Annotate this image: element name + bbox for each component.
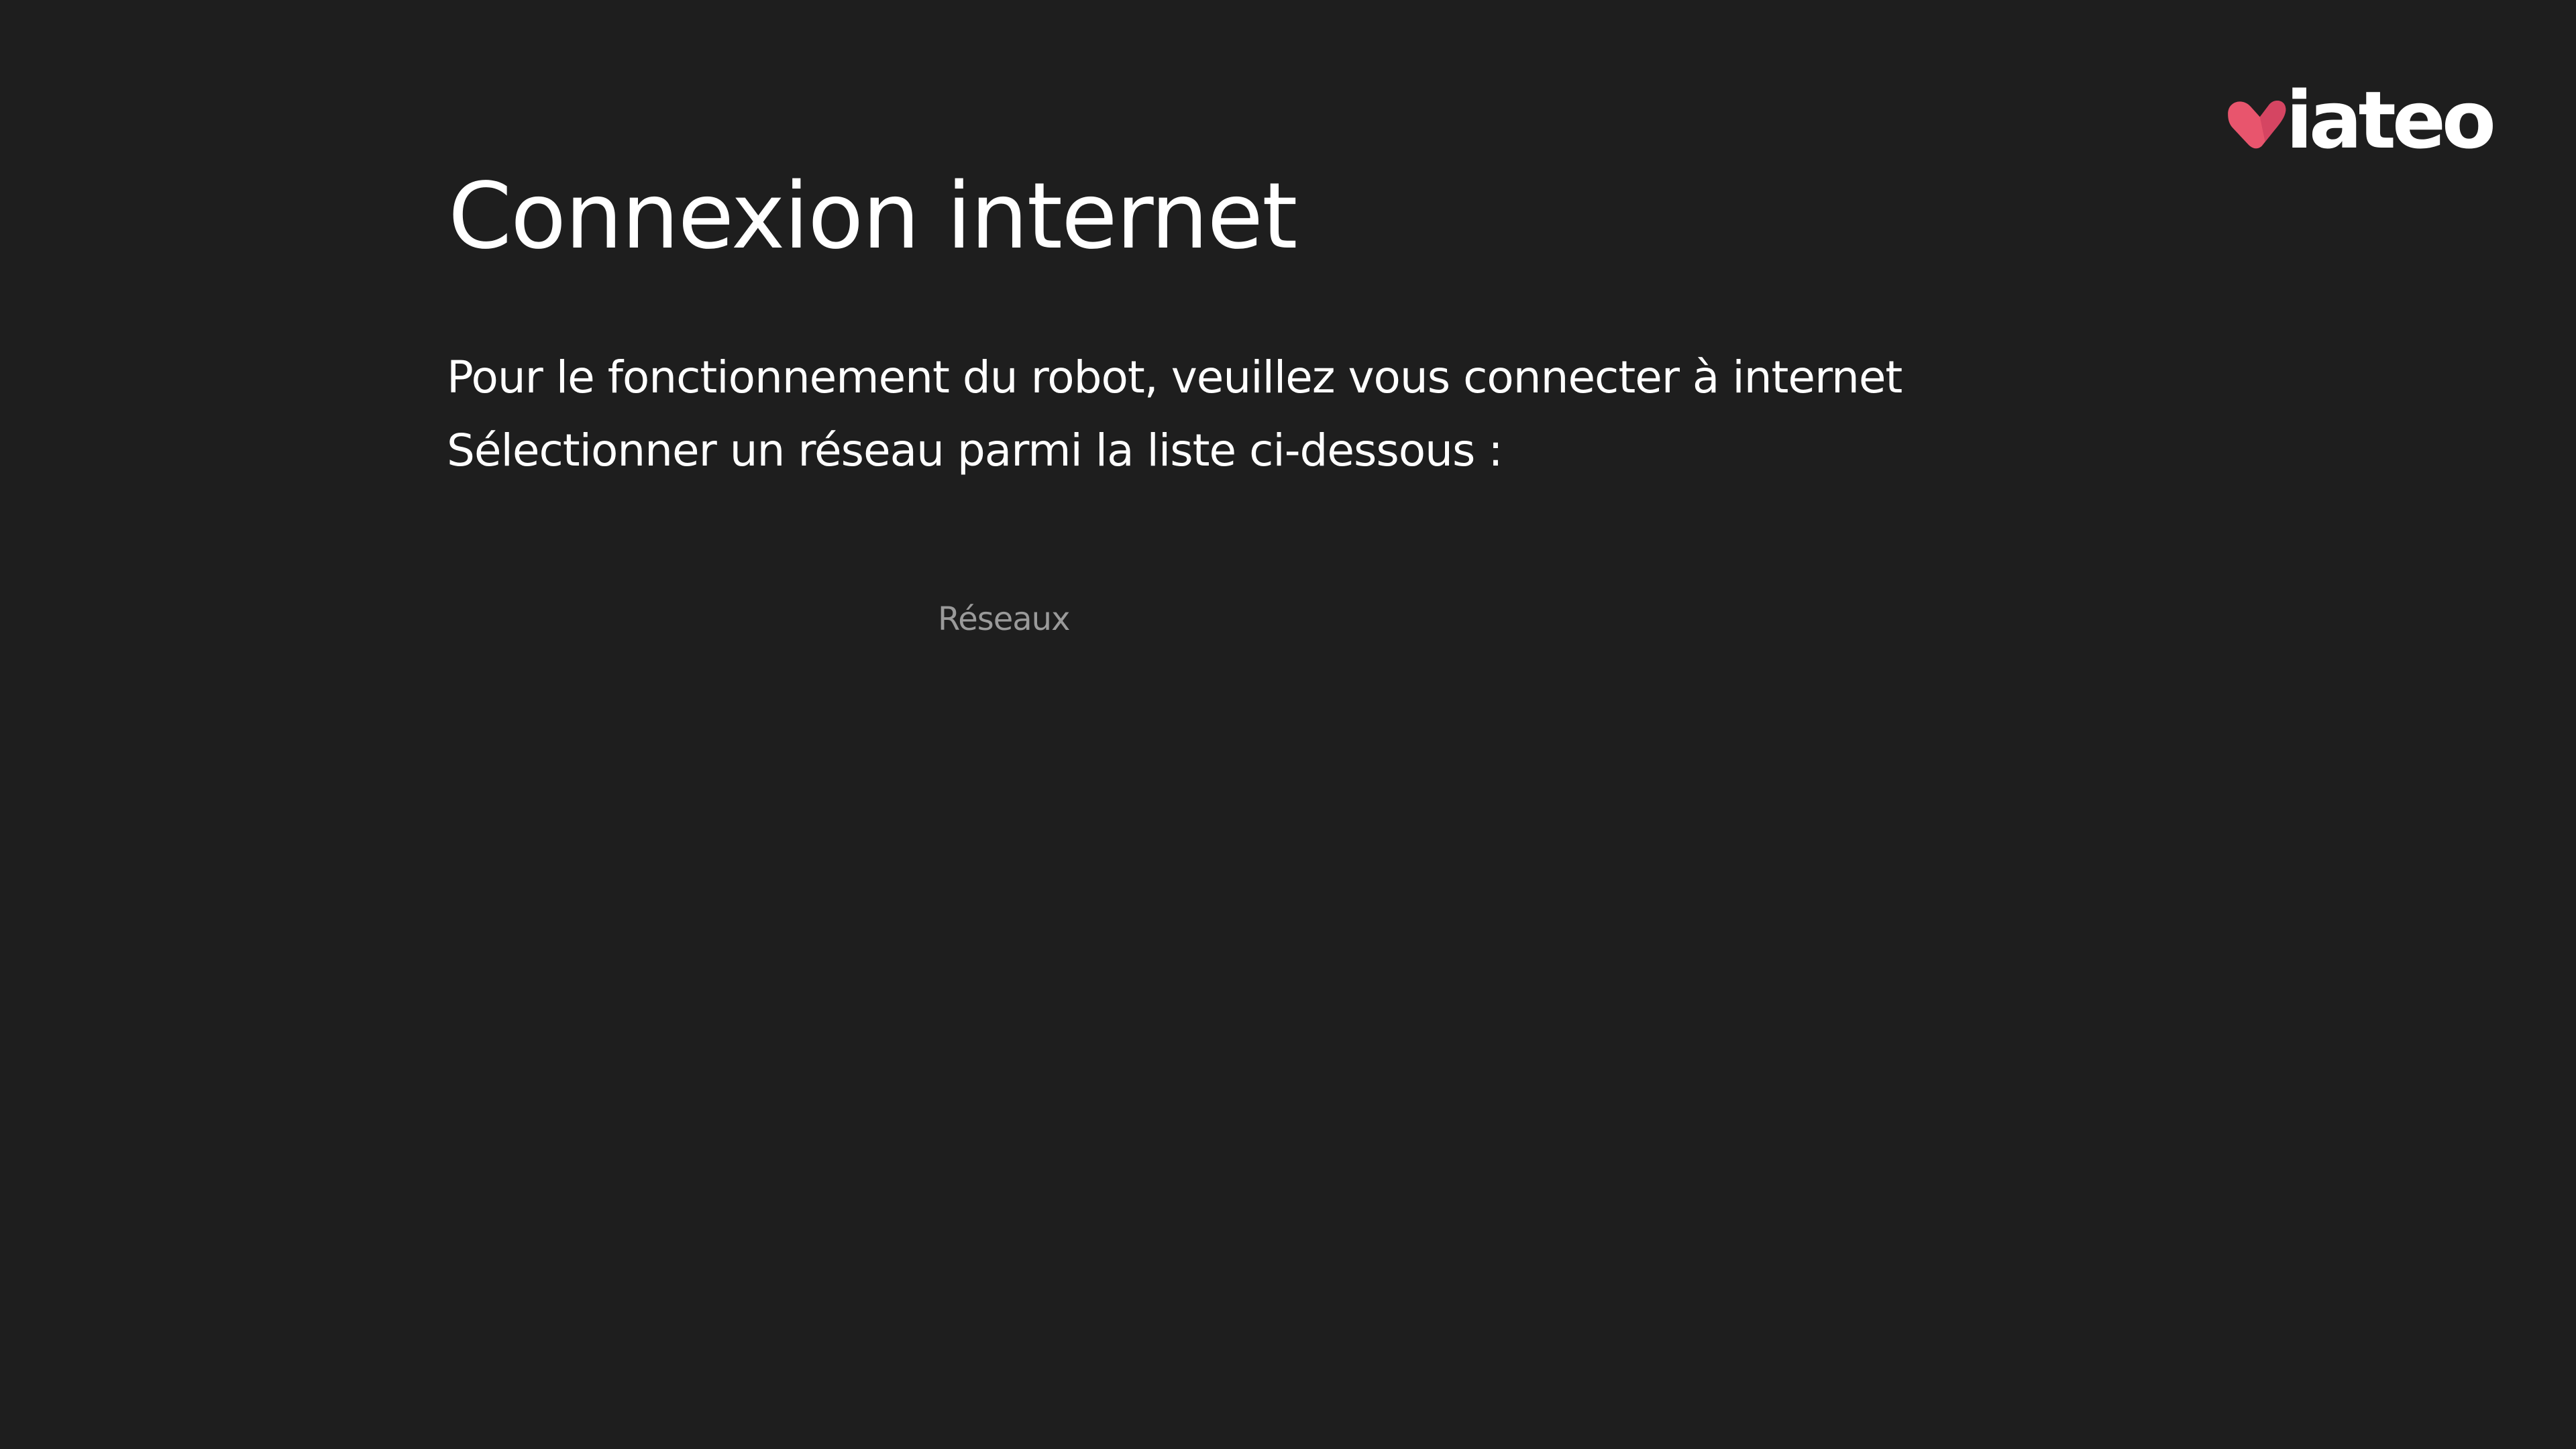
brand-logo: iateo xyxy=(2224,74,2496,166)
page-description-line-2: Sélectionner un réseau parmi la liste ci… xyxy=(447,425,1503,476)
page-title: Connexion internet xyxy=(448,164,1297,270)
networks-list-label: Réseaux xyxy=(938,600,1071,638)
connection-screen: iateo Connexion internet Pour le fonctio… xyxy=(0,0,2576,1449)
page-description-line-1: Pour le fonctionnement du robot, veuille… xyxy=(447,352,1902,403)
brand-logo-text: iateo xyxy=(2286,74,2496,166)
network-list[interactable] xyxy=(447,657,1587,1261)
heart-icon xyxy=(2228,100,2286,149)
